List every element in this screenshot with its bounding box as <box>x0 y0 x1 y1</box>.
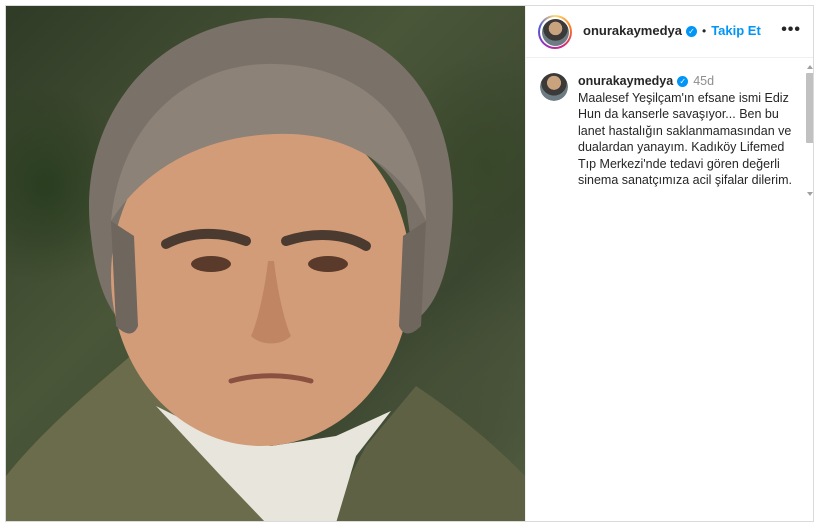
caption-timestamp[interactable]: 45d <box>693 74 714 88</box>
comments-scrollbar[interactable] <box>805 64 813 196</box>
comments-area[interactable]: onurakaymedya ✓ 45d Maalesef Yeşilçam'ın e… <box>526 58 813 521</box>
avatar-inner <box>540 17 570 47</box>
verified-badge-icon: ✓ <box>686 26 697 37</box>
scroll-up-arrow-icon[interactable] <box>807 65 813 69</box>
sideburn-left <box>111 221 138 334</box>
header-user-row: onurakaymedya ✓ • Takip Et <box>583 23 761 38</box>
avatar <box>540 73 568 101</box>
post-header: onurakaymedya ✓ • Takip Et ••• <box>526 6 813 58</box>
portrait-illustration <box>6 17 525 521</box>
eye-right <box>308 256 348 272</box>
eye-left <box>191 256 231 272</box>
separator-dot: • <box>702 24 707 38</box>
header-username[interactable]: onurakaymedya <box>583 23 682 38</box>
more-options-icon[interactable]: ••• <box>781 21 801 39</box>
scrollbar-thumb[interactable] <box>806 73 813 143</box>
verified-badge-icon: ✓ <box>677 76 689 87</box>
caption-username[interactable]: onurakaymedya <box>578 74 673 88</box>
post-sidebar: onurakaymedya ✓ • Takip Et ••• onurakaymedy… <box>525 6 813 521</box>
sideburn-right <box>399 221 426 334</box>
caption-block: onurakaymedya ✓ 45d Maalesef Yeşilçam'ın e… <box>578 73 800 189</box>
post-photo[interactable] <box>6 6 525 521</box>
caption-avatar[interactable] <box>540 73 568 101</box>
avatar <box>541 18 569 46</box>
instagram-post-dialog: onurakaymedya ✓ • Takip Et ••• onurakaymedy… <box>5 5 814 522</box>
caption-text: Maalesef Yeşilçam'ın efsane ismi Ediz Hu… <box>578 90 792 188</box>
follow-button[interactable]: Takip Et <box>711 23 761 38</box>
scroll-down-arrow-icon[interactable] <box>807 192 813 196</box>
profile-avatar-story-ring[interactable] <box>538 15 572 49</box>
